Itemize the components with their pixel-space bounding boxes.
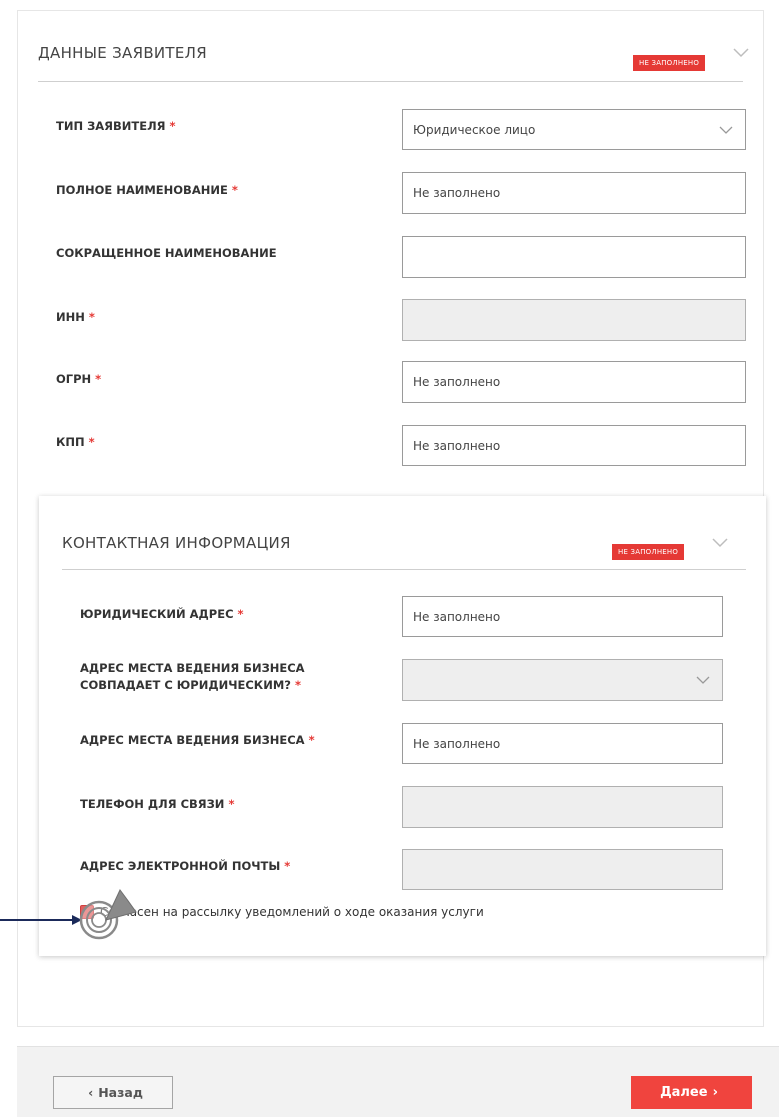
kpp-label: КПП * [56,435,95,449]
kpp-value: Не заполнено [413,438,501,453]
legal-address-value: Не заполнено [413,609,501,624]
business-address-label: АДРЕС МЕСТА ВЕДЕНИЯ БИЗНЕСА * [80,733,315,747]
chevron-down-icon [696,676,710,684]
contact-status-badge: НЕ ЗАПОЛНЕНО [612,544,685,560]
contact-collapse-icon[interactable] [712,538,728,548]
phone-label: ТЕЛЕФОН ДЛЯ СВЯЗИ * [80,797,235,811]
applicant-type-label: ТИП ЗАЯВИТЕЛЯ * [56,119,176,133]
applicant-collapse-icon[interactable] [733,48,749,58]
business-address-value: Не заполнено [413,736,501,751]
inn-input[interactable] [402,299,746,341]
applicant-section-title: ДАННЫЕ ЗАЯВИТЕЛЯ [38,44,207,62]
email-label: АДРЕС ЭЛЕКТРОННОЙ ПОЧТЫ * [80,859,291,873]
applicant-divider [38,81,743,82]
short-name-label: СОКРАЩЕННОЕ НАИМЕНОВАНИЕ [56,246,277,260]
chevron-down-icon [719,126,733,134]
applicant-section-header[interactable]: ДАННЫЕ ЗАЯВИТЕЛЯ [38,44,207,62]
contact-divider [62,569,746,570]
contact-section-header[interactable]: КОНТАКТНАЯ ИНФОРМАЦИЯ [62,534,291,552]
full-name-input[interactable]: Не заполнено [402,172,746,214]
inn-label: ИНН * [56,310,95,324]
back-button[interactable]: ‹ Назад [53,1076,173,1109]
next-button-label: Далее [660,1085,708,1100]
contact-section-title: КОНТАКТНАЯ ИНФОРМАЦИЯ [62,534,291,552]
full-name-value: Не заполнено [413,186,501,200]
legal-address-label: ЮРИДИЧЕСКИЙ АДРЕС * [80,607,244,621]
same-address-select[interactable] [402,659,723,701]
ogrn-value: Не заполнено [413,375,501,389]
full-name-label: ПОЛНОЕ НАИМЕНОВАНИЕ * [56,183,238,197]
chevron-right-icon: › [712,1085,718,1100]
business-address-input[interactable]: Не заполнено [402,723,723,764]
short-name-input[interactable] [402,236,746,278]
applicant-type-value: Юридическое лицо [413,122,536,137]
chevron-left-icon: ‹ [88,1085,94,1100]
ogrn-input[interactable]: Не заполнено [402,361,746,403]
phone-input[interactable] [402,786,723,828]
ogrn-label: ОГРН * [56,372,102,386]
legal-address-input[interactable]: Не заполнено [402,596,723,637]
applicant-type-select[interactable]: Юридическое лицо [402,109,746,150]
next-button[interactable]: Далее › [631,1076,752,1109]
back-button-label: Назад [98,1085,143,1100]
kpp-input[interactable]: Не заполнено [402,425,746,466]
email-input[interactable] [402,849,723,890]
applicant-status-badge: НЕ ЗАПОЛНЕНО [633,55,706,71]
pointer-annotation [0,889,137,940]
same-address-label: АДРЕС МЕСТА ВЕДЕНИЯ БИЗНЕСА СОВПАДАЕТ С … [80,661,305,692]
